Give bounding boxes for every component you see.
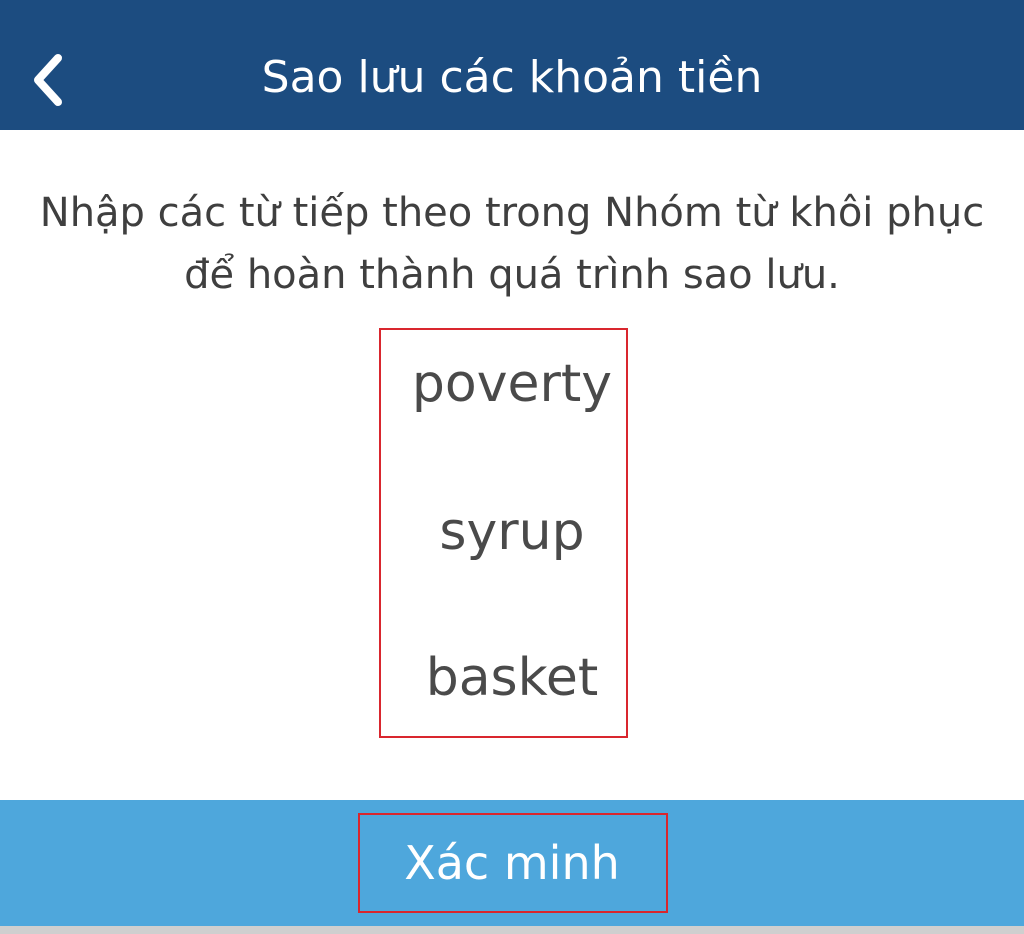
app-header: Sao lưu các khoản tiền <box>0 0 1024 130</box>
verify-button-label: Xác minh <box>404 836 620 890</box>
recovery-word-2: syrup <box>439 502 585 562</box>
page-title: Sao lưu các khoản tiền <box>261 52 763 103</box>
instruction-text: Nhập các từ tiếp theo trong Nhóm từ khôi… <box>39 190 985 298</box>
footer-divider <box>0 926 1024 934</box>
recovery-word-3: basket <box>425 648 599 708</box>
recovery-word-1: poverty <box>411 354 613 414</box>
